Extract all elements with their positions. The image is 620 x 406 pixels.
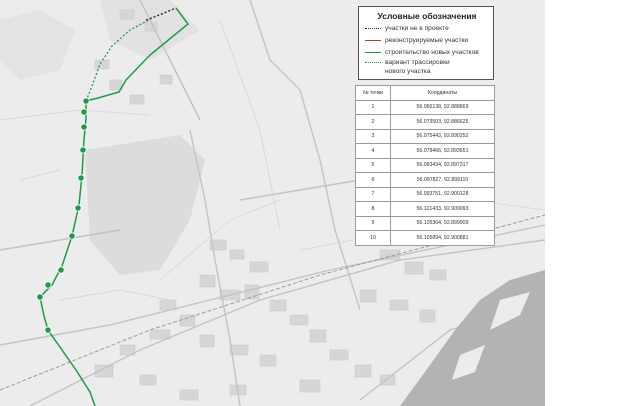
point-coordinates: 56.075443, 92.890252 — [390, 128, 495, 144]
table-row: 7 56.093751, 92.900128 — [355, 186, 495, 202]
point-coordinates: 56.078466, 92.893651 — [390, 143, 495, 159]
coordinates-table: № точки Координаты 1 56.066138, 92.888869… — [355, 85, 495, 246]
point-coordinates: 56.105364, 92.899909 — [390, 215, 495, 231]
table-row: 9 56.105364, 92.899909 — [355, 215, 495, 231]
table-row: 2 56.073503, 92.886625 — [355, 114, 495, 130]
point-coordinates: 56.083434, 92.897317 — [390, 157, 495, 173]
dotted-line-symbol — [365, 28, 381, 29]
column-header-point: № точки — [355, 85, 391, 101]
route-point-4 — [68, 232, 76, 240]
point-coordinates: 56.093751, 92.900128 — [390, 186, 495, 202]
solid-line-symbol — [365, 40, 381, 41]
legend-item-not-in-project: участки не в проекте — [365, 25, 449, 35]
legend-item-reconstructed: реконструируемые участки — [365, 37, 468, 47]
solid-line-symbol — [365, 52, 381, 53]
route-point-8 — [80, 123, 88, 131]
table-row: 1 56.066138, 92.888869 — [355, 99, 495, 115]
legend-item-new-construction: строительство новых участков — [365, 49, 479, 59]
point-number: 10 — [355, 230, 391, 246]
table-row: 8 56.101433, 92.900093 — [355, 201, 495, 217]
legend-title: Условные обозначения — [377, 11, 477, 21]
route-point-9 — [80, 108, 88, 116]
table-row: 6 56.087827, 92.899110 — [355, 172, 495, 188]
route-point-1 — [36, 293, 44, 301]
column-header-coordinates: Координаты — [390, 85, 495, 101]
route-point-2 — [44, 281, 52, 289]
table-row: 3 56.075443, 92.890252 — [355, 128, 495, 144]
point-number: 2 — [355, 114, 391, 130]
table-row: 5 56.083434, 92.897317 — [355, 157, 495, 173]
legend-item-route-variant-cont: нового участка — [385, 68, 431, 75]
point-coordinates: 56.066138, 92.888869 — [390, 99, 495, 115]
table-header-row: № точки Координаты — [355, 85, 495, 101]
route-point-10 — [82, 97, 90, 105]
table-row: 4 56.078466, 92.893651 — [355, 143, 495, 159]
route-point-3 — [57, 266, 65, 274]
point-number: 1 — [355, 99, 391, 115]
point-number: 5 — [355, 157, 391, 173]
route-point-5 — [74, 204, 82, 212]
point-coordinates: 56.073503, 92.886625 — [390, 114, 495, 130]
point-number: 7 — [355, 186, 391, 202]
table-row: 10 56.105894, 92.900881 — [355, 230, 495, 246]
point-number: 4 — [355, 143, 391, 159]
map-legend: Условные обозначения участки не в проект… — [358, 6, 494, 80]
point-number: 3 — [355, 128, 391, 144]
route-point-7 — [79, 146, 87, 154]
route-point-0 — [44, 326, 52, 334]
point-number: 6 — [355, 172, 391, 188]
point-coordinates: 56.105894, 92.900881 — [390, 230, 495, 246]
point-coordinates: 56.087827, 92.899110 — [390, 172, 495, 188]
point-number: 9 — [355, 215, 391, 231]
point-coordinates: 56.101433, 92.900093 — [390, 201, 495, 217]
point-number: 8 — [355, 201, 391, 217]
dotted-line-symbol — [365, 62, 381, 63]
city-map[interactable] — [0, 0, 620, 406]
route-point-6 — [77, 174, 85, 182]
